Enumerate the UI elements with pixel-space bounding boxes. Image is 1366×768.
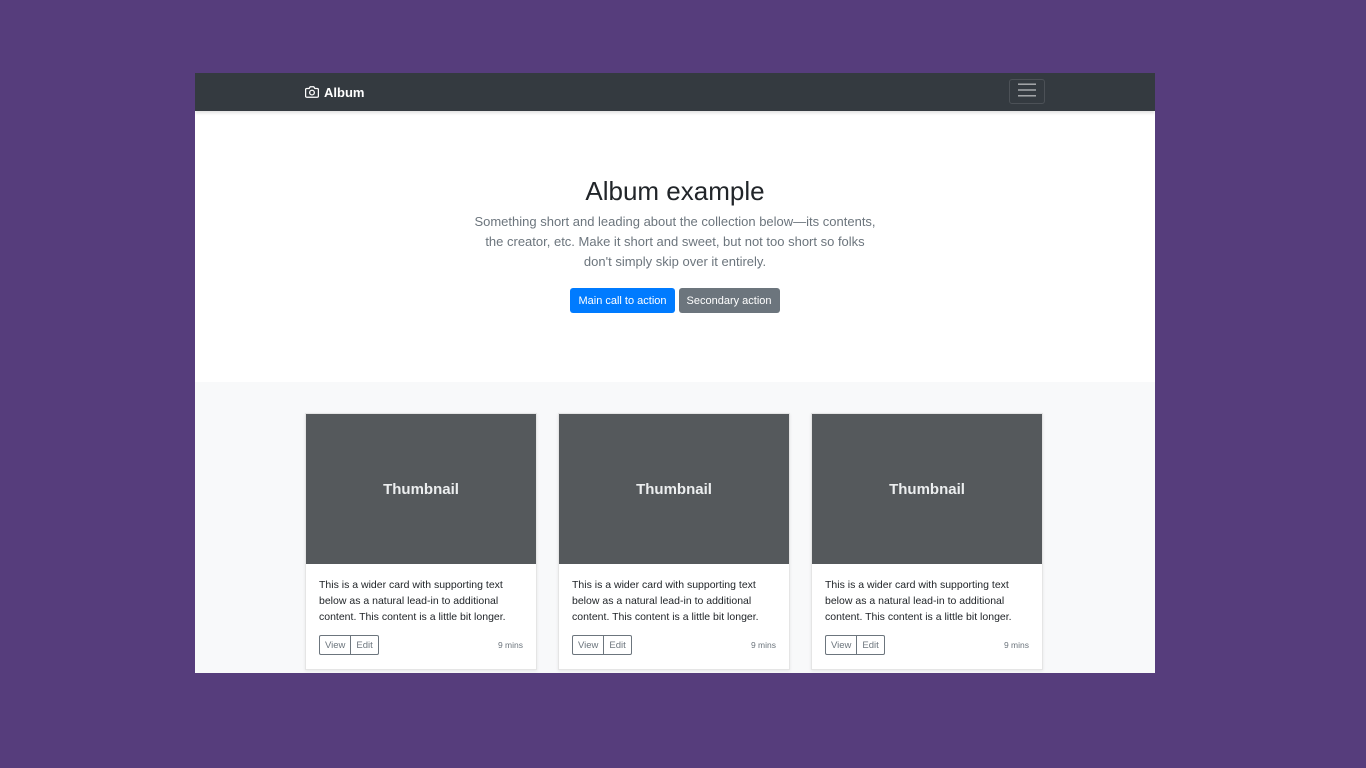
card-timestamp: 9 mins [1003,640,1029,650]
card-timestamp: 9 mins [750,640,776,650]
card-footer: View Edit 9 mins [825,635,1029,655]
card-button-group: View Edit [319,635,379,655]
album-card: Thumbnail This is a wider card with supp… [305,413,537,670]
view-button[interactable]: View [319,635,352,655]
edit-button[interactable]: Edit [857,635,885,655]
card-footer: View Edit 9 mins [572,635,776,655]
card-thumbnail: Thumbnail [559,414,789,564]
view-button[interactable]: View [572,635,605,655]
card-body: This is a wider card with supporting tex… [812,564,1042,655]
navbar: Album [195,73,1155,111]
album-card: Thumbnail This is a wider card with supp… [811,413,1043,670]
navbar-toggler-button[interactable] [1009,79,1045,104]
page-viewport: Album Album example Something short and … [195,73,1155,673]
card-thumbnail: Thumbnail [306,414,536,564]
card-grid: Thumbnail This is a wider card with supp… [305,413,1043,670]
hero-section: Album example Something short and leadin… [195,111,1155,382]
thumbnail-label: Thumbnail [636,480,712,498]
card-timestamp: 9 mins [497,640,523,650]
album-card: Thumbnail This is a wider card with supp… [558,413,790,670]
edit-button[interactable]: Edit [604,635,632,655]
main-call-to-action-button[interactable]: Main call to action [570,288,675,313]
thumbnail-label: Thumbnail [889,480,965,498]
hero-lead-text: Something short and leading about the co… [474,214,876,269]
camera-icon [305,85,319,99]
card-body: This is a wider card with supporting tex… [306,564,536,655]
card-button-group: View Edit [572,635,632,655]
card-text: This is a wider card with supporting tex… [572,579,759,623]
card-button-group: View Edit [825,635,885,655]
brand-label: Album [324,84,365,100]
card-thumbnail: Thumbnail [812,414,1042,564]
edit-button[interactable]: Edit [351,635,379,655]
card-body: This is a wider card with supporting tex… [559,564,789,655]
secondary-action-button[interactable]: Secondary action [678,288,780,313]
album-section: Thumbnail This is a wider card with supp… [195,382,1155,673]
brand-link[interactable]: Album [305,73,364,111]
card-footer: View Edit 9 mins [319,635,523,655]
view-button[interactable]: View [825,635,858,655]
card-text: This is a wider card with supporting tex… [825,579,1012,623]
card-text: This is a wider card with supporting tex… [319,579,506,623]
thumbnail-label: Thumbnail [383,480,459,498]
hamburger-menu-icon [1018,83,1036,100]
page-title: Album example [585,176,765,206]
hero-actions: Main call to action Secondary action [195,288,1155,313]
